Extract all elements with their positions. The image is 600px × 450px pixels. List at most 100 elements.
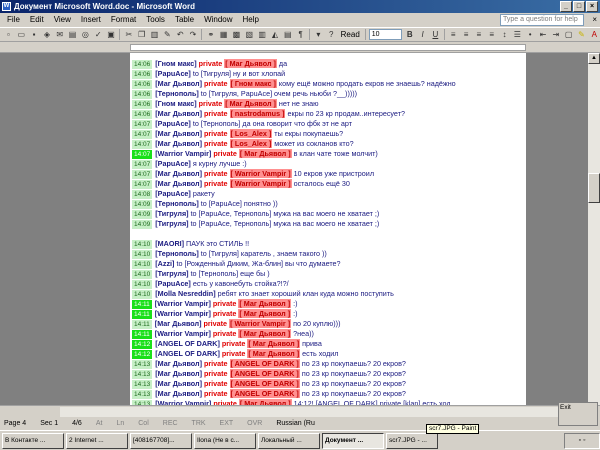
hyperlink-icon[interactable]: ⚭	[205, 29, 216, 40]
task-paint[interactable]: scr7.JPG - ...	[386, 432, 438, 449]
bold-icon[interactable]: B	[404, 29, 415, 40]
document-close-icon[interactable]: ×	[592, 15, 597, 24]
drawing-icon[interactable]: ◭	[270, 29, 281, 40]
maximize-button[interactable]: □	[573, 1, 585, 12]
vertical-scrollbar[interactable]: ▲	[588, 53, 600, 405]
message-text: да	[278, 59, 288, 68]
nickname: [Тигруля]	[155, 219, 189, 228]
toolbar-separator	[443, 29, 445, 40]
chat-line: 14:07 [Маг Дьявол] private [ Warrior Vam…	[132, 179, 526, 189]
new-document-icon[interactable]: ▫	[3, 29, 14, 40]
horizontal-scrollbar[interactable]	[60, 407, 580, 417]
justify-icon[interactable]: ≡	[486, 29, 497, 40]
help-question-input[interactable]: Type a question for help	[500, 14, 584, 26]
task-ilona[interactable]: Ilona (Не в с...	[194, 432, 256, 449]
increase-indent-icon[interactable]: ⇥	[550, 29, 561, 40]
task-internet[interactable]: 2 Internet ...	[66, 432, 128, 449]
show-hide-icon[interactable]: ¶	[295, 29, 306, 40]
status-line: Ln	[116, 420, 125, 427]
toolbar-separator	[201, 29, 203, 40]
status-trk[interactable]: TRK	[192, 420, 206, 427]
chat-line: 14:13 [Маг Дьявол] private [ ANGEL OF DA…	[132, 389, 526, 399]
horizontal-ruler[interactable]	[0, 42, 600, 53]
menu-table[interactable]: Table	[170, 13, 199, 27]
align-left-icon[interactable]: ≡	[448, 29, 459, 40]
chat-line: 14:07 [PapuAce] я курну лучше :)	[132, 159, 526, 169]
align-right-icon[interactable]: ≡	[473, 29, 484, 40]
document-page[interactable]: 14:06 [Гном макс] private [ Маг Дьявол ]…	[130, 53, 526, 405]
message-text: в клан чате тоже молчит)	[293, 149, 378, 158]
task-icq[interactable]: [408167708]...	[130, 432, 192, 449]
timestamp: 14:13	[132, 370, 153, 379]
private-label: private	[221, 339, 246, 348]
scroll-thumb[interactable]	[588, 173, 600, 203]
menu-file[interactable]: File	[2, 13, 25, 27]
font-size-select[interactable]: 10	[368, 29, 403, 40]
task-vkontakte[interactable]: В Контакте ...	[2, 432, 64, 449]
insert-table-icon[interactable]: ▩	[231, 29, 242, 40]
message-text: по 23 кр покупаешь? 20 екров?	[301, 369, 406, 378]
menu-window[interactable]: Window	[199, 13, 237, 27]
message-text: ребят кто знает хороший клан куда можно …	[217, 289, 394, 298]
save-icon[interactable]: ▪	[29, 29, 40, 40]
undo-icon[interactable]: ↶	[175, 29, 186, 40]
private-target: [ Маг Дьявол ]	[238, 329, 292, 338]
menu-bar: File Edit View Insert Format Tools Table…	[0, 13, 600, 27]
border-icon[interactable]: ▢	[563, 29, 574, 40]
spelling-icon[interactable]: ✓	[93, 29, 104, 40]
task-word-document[interactable]: Документ ...	[322, 432, 384, 449]
message-text: по 23 кр покупаешь? 20 екров?	[301, 379, 406, 388]
underline-icon[interactable]: U	[430, 29, 441, 40]
paste-icon[interactable]: ▥	[149, 29, 160, 40]
menu-view[interactable]: View	[49, 13, 76, 27]
timestamp: 14:06	[132, 70, 153, 79]
help-icon[interactable]: ?	[326, 29, 337, 40]
excel-icon[interactable]: ▧	[244, 29, 255, 40]
italic-icon[interactable]: I	[417, 29, 428, 40]
menu-edit[interactable]: Edit	[25, 13, 49, 27]
scroll-up-icon[interactable]: ▲	[588, 53, 600, 64]
menu-help[interactable]: Help	[238, 13, 264, 27]
message-text: ПАУК это СТИЛЬ !!	[186, 239, 250, 248]
close-button[interactable]: ×	[586, 1, 598, 12]
print-icon[interactable]: ▤	[67, 29, 78, 40]
menu-tools[interactable]: Tools	[141, 13, 170, 27]
menu-format[interactable]: Format	[106, 13, 141, 27]
read-button[interactable]: Read	[339, 30, 362, 39]
status-ext[interactable]: EXT	[220, 420, 234, 427]
status-rec[interactable]: REC	[163, 420, 178, 427]
print-preview-icon[interactable]: ◎	[80, 29, 91, 40]
message-text: я курну лучше :)	[192, 159, 247, 168]
menu-insert[interactable]: Insert	[76, 13, 106, 27]
redo-icon[interactable]: ↷	[188, 29, 199, 40]
tables-icon[interactable]: ▦	[218, 29, 229, 40]
open-icon[interactable]: ▭	[16, 29, 27, 40]
align-center-icon[interactable]: ≡	[461, 29, 472, 40]
nickname: [Warrior Vampir]	[155, 149, 212, 158]
font-color-icon[interactable]: A	[589, 29, 600, 40]
minimize-button[interactable]: _	[560, 1, 572, 12]
format-painter-icon[interactable]: ✎	[162, 29, 173, 40]
timestamp: 14:11	[132, 300, 152, 309]
word-app-icon[interactable]: W	[2, 2, 11, 11]
columns-icon[interactable]: ▥	[257, 29, 268, 40]
document-map-icon[interactable]: ▤	[282, 29, 293, 40]
cut-icon[interactable]: ✂	[123, 29, 134, 40]
language-bar[interactable]: Exit	[558, 402, 598, 426]
chat-line: 14:10 [MAORI] ПАУК это СТИЛЬ !!	[132, 239, 526, 249]
task-local[interactable]: Локальный ...	[258, 432, 320, 449]
highlight-icon[interactable]: ✎	[576, 29, 587, 40]
nickname: [PapuAce]	[155, 119, 191, 128]
message-text: по 20 куплю)))	[293, 319, 341, 328]
zoom-icon[interactable]: ▾	[313, 29, 324, 40]
numbering-icon[interactable]: ☰	[512, 29, 523, 40]
line-spacing-icon[interactable]: ↕	[499, 29, 510, 40]
email-icon[interactable]: ✉	[54, 29, 65, 40]
research-icon[interactable]: ▣	[106, 29, 117, 40]
bullets-icon[interactable]: •	[525, 29, 536, 40]
private-target: [ Маг Дьявол ]	[224, 59, 277, 68]
decrease-indent-icon[interactable]: ⇤	[538, 29, 549, 40]
status-ovr[interactable]: OVR	[247, 420, 262, 427]
permission-icon[interactable]: ◈	[41, 29, 52, 40]
copy-icon[interactable]: ❐	[136, 29, 147, 40]
